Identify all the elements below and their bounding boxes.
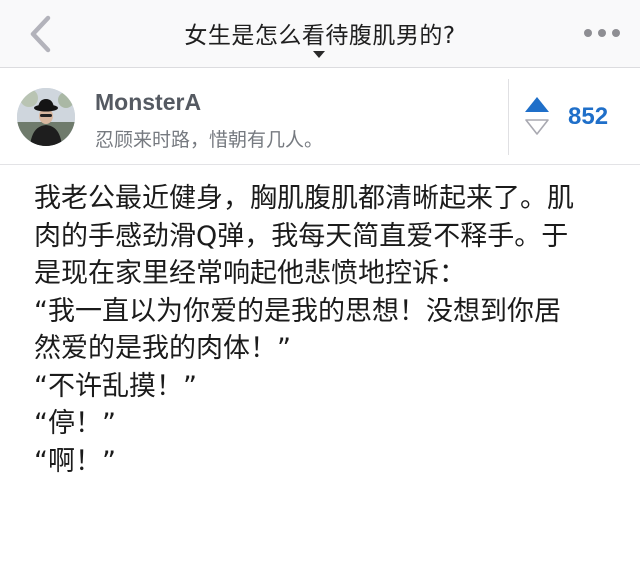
author-bio: 忍顾来时路，惜朝有几人。 bbox=[95, 129, 324, 151]
upvote-arrow-icon bbox=[525, 97, 549, 135]
answer-content: 我老公最近健身，胸肌腹肌都清晰起来了。肌 肉的手感劲滑Q弹，我每天简直爱不释手。于… bbox=[34, 180, 626, 480]
answer-line: 肉的手感劲滑Q弹，我每天简直爱不释手。于 bbox=[34, 220, 569, 252]
author-name[interactable]: MonsterA bbox=[95, 89, 201, 116]
more-button[interactable] bbox=[584, 27, 624, 41]
answer-line: 我老公最近健身，胸肌腹肌都清晰起来了。肌 bbox=[34, 183, 574, 214]
title-dropdown-icon[interactable] bbox=[313, 51, 325, 58]
answer-line: “啊！” bbox=[34, 445, 116, 477]
upvote-button[interactable]: 852 bbox=[522, 95, 632, 139]
answer-line: 是现在家里经常响起他悲愤地控诉： bbox=[34, 258, 466, 289]
author-bar: MonsterA 忍顾来时路，惜朝有几人。 852 bbox=[0, 69, 640, 165]
answer-line: “我一直以为你爱的是我的思想！没想到你居 bbox=[34, 295, 561, 327]
navigation-bar: 女生是怎么看待腹肌男的? bbox=[0, 0, 640, 68]
more-dot bbox=[612, 29, 620, 37]
chevron-left-icon bbox=[30, 15, 51, 53]
back-button[interactable] bbox=[26, 14, 58, 54]
more-dot bbox=[598, 29, 606, 37]
answer-line: “不许乱摸！” bbox=[34, 370, 197, 402]
avatar-image bbox=[17, 88, 75, 146]
vote-count: 852 bbox=[568, 103, 609, 130]
answer-line: “停！” bbox=[34, 408, 116, 439]
page-title[interactable]: 女生是怎么看待腹肌男的? bbox=[120, 16, 520, 50]
divider bbox=[508, 79, 509, 155]
avatar[interactable] bbox=[17, 88, 75, 146]
answer-line: 然爱的是我的肉体！” bbox=[34, 333, 291, 364]
more-dot bbox=[584, 29, 592, 37]
